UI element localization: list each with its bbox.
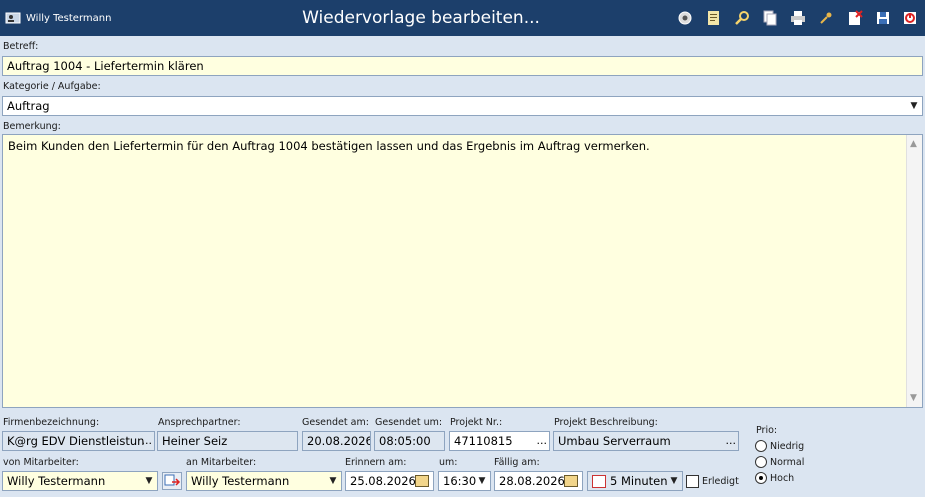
faellig-am-label: Fällig am: bbox=[494, 457, 540, 468]
firma-value: K@rg EDV Dienstleistun bbox=[7, 434, 145, 448]
bemerkung-text: Beim Kunden den Liefertermin für den Auf… bbox=[8, 139, 650, 153]
delete-icon[interactable] bbox=[846, 9, 864, 27]
erinnern-am-field[interactable]: 25.08.2026 bbox=[345, 471, 434, 491]
bemerkung-label: Bemerkung: bbox=[3, 121, 61, 132]
chevron-down-icon[interactable]: ▼ bbox=[474, 472, 490, 490]
firma-field[interactable]: K@rg EDV Dienstleistun ... bbox=[2, 431, 155, 451]
prio-option-normal: Normal bbox=[770, 457, 805, 468]
gesendet-um-label: Gesendet um: bbox=[375, 417, 443, 428]
von-mitarbeiter-value: Willy Testermann bbox=[7, 474, 106, 488]
an-mitarbeiter-select[interactable]: Willy Testermann ▼ bbox=[186, 471, 342, 491]
reminder-select[interactable]: 5 Minuten ▼ bbox=[587, 471, 683, 491]
gesendet-am-field[interactable]: 20.08.2026 bbox=[302, 431, 371, 451]
firma-label: Firmenbezeichnung: bbox=[3, 417, 100, 428]
title-bar: Willy Testermann Wiedervorlage bearbeite… bbox=[0, 0, 925, 36]
prio-radio-normal[interactable] bbox=[755, 456, 767, 468]
an-mitarbeiter-value: Willy Testermann bbox=[191, 474, 290, 488]
calendar-icon[interactable] bbox=[564, 475, 578, 487]
save-icon[interactable] bbox=[874, 9, 892, 27]
kategorie-select[interactable]: Auftrag ▼ bbox=[2, 96, 923, 116]
notes-icon[interactable] bbox=[705, 9, 723, 27]
exit-icon[interactable] bbox=[901, 9, 919, 27]
projekt-beschreibung-browse-button[interactable]: ... bbox=[726, 434, 737, 447]
von-mitarbeiter-select[interactable]: Willy Testermann ▼ bbox=[2, 471, 158, 491]
prio-option-hoch: Hoch bbox=[770, 473, 795, 484]
chevron-down-icon[interactable]: ▼ bbox=[141, 472, 157, 490]
chevron-down-icon[interactable]: ▼ bbox=[906, 97, 922, 115]
um-value: 16:30 bbox=[443, 474, 477, 488]
betreff-label: Betreff: bbox=[3, 41, 39, 52]
scroll-down-icon[interactable]: ▼ bbox=[910, 393, 917, 403]
reminder-calendar-icon bbox=[592, 475, 606, 488]
projekt-nr-field[interactable]: 47110815 ... bbox=[449, 431, 550, 451]
projekt-nr-browse-button[interactable]: ... bbox=[537, 434, 548, 447]
prio-option-niedrig: Niedrig bbox=[770, 441, 805, 452]
prio-radio-hoch[interactable] bbox=[755, 472, 767, 484]
faellig-am-value: 28.08.2026 bbox=[499, 474, 565, 488]
scroll-up-icon[interactable]: ▲ bbox=[910, 139, 917, 149]
ansprechpartner-field[interactable]: Heiner Seiz bbox=[157, 431, 298, 451]
search-icon[interactable] bbox=[733, 9, 751, 27]
ansprechpartner-label: Ansprechpartner: bbox=[158, 417, 241, 428]
projekt-nr-value: 47110815 bbox=[454, 434, 513, 448]
chevron-down-icon[interactable]: ▼ bbox=[325, 472, 341, 490]
faellig-am-field[interactable]: 28.08.2026 bbox=[494, 471, 583, 491]
an-mitarbeiter-label: an Mitarbeiter: bbox=[186, 457, 257, 468]
erledigt-checkbox[interactable] bbox=[686, 475, 699, 488]
prio-radio-niedrig[interactable] bbox=[755, 440, 767, 452]
prio-label: Prio: bbox=[756, 425, 778, 436]
copy-icon[interactable] bbox=[761, 9, 779, 27]
bemerkung-textarea[interactable]: Beim Kunden den Liefertermin für den Auf… bbox=[2, 134, 923, 408]
forward-user-icon bbox=[164, 474, 181, 486]
gesendet-am-label: Gesendet am: bbox=[302, 417, 369, 428]
erinnern-am-value: 25.08.2026 bbox=[350, 474, 416, 488]
vertical-scrollbar[interactable]: ▲ ▼ bbox=[906, 135, 922, 407]
projekt-beschreibung-label: Projekt Beschreibung: bbox=[554, 417, 658, 428]
calendar-icon[interactable] bbox=[415, 475, 429, 487]
pin-icon[interactable] bbox=[817, 9, 835, 27]
gesendet-um-field[interactable]: 08:05:00 bbox=[374, 431, 445, 451]
kategorie-label: Kategorie / Aufgabe: bbox=[3, 81, 101, 92]
projekt-nr-label: Projekt Nr.: bbox=[450, 417, 503, 428]
projekt-beschreibung-value: Umbau Serverraum bbox=[558, 434, 671, 448]
print-icon[interactable] bbox=[789, 9, 807, 27]
erinnern-am-label: Erinnern am: bbox=[345, 457, 407, 468]
erledigt-label: Erledigt bbox=[702, 476, 739, 487]
settings-icon[interactable] bbox=[676, 9, 694, 27]
projekt-beschreibung-field[interactable]: Umbau Serverraum ... bbox=[553, 431, 739, 451]
um-label: um: bbox=[439, 457, 458, 468]
um-select[interactable]: 16:30 ▼ bbox=[438, 471, 491, 491]
firma-browse-button[interactable]: ... bbox=[142, 434, 153, 447]
betreff-input[interactable]: Auftrag 1004 - Liefertermin klären bbox=[2, 56, 923, 76]
forward-user-button[interactable] bbox=[162, 472, 182, 490]
reminder-value: 5 Minuten bbox=[610, 474, 668, 488]
von-mitarbeiter-label: von Mitarbeiter: bbox=[3, 457, 79, 468]
kategorie-value: Auftrag bbox=[7, 99, 50, 113]
chevron-down-icon[interactable]: ▼ bbox=[666, 472, 682, 490]
